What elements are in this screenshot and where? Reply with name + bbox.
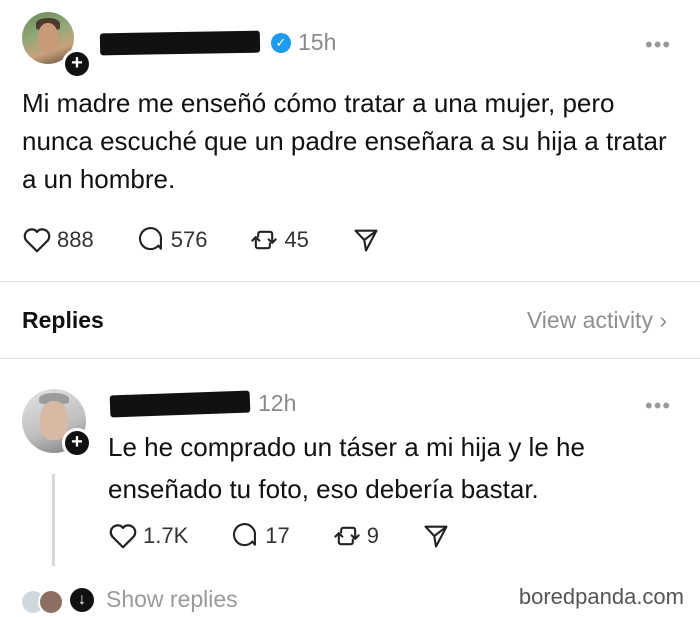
- post-timestamp: 15h: [298, 29, 337, 55]
- mini-avatar: [38, 589, 64, 615]
- post-text: Mi madre me enseñó cómo tratar a una muj…: [22, 88, 667, 194]
- repost-button[interactable]: 9: [332, 522, 379, 550]
- replies-label: Replies: [22, 307, 104, 333]
- like-count: 888: [57, 227, 94, 252]
- original-post: + ✓ 15h ••• Mi madre me enseñó cómo trat…: [0, 0, 700, 281]
- follow-plus-icon[interactable]: +: [62, 49, 92, 79]
- like-button[interactable]: 1.7K: [108, 522, 188, 550]
- redacted-username: [99, 30, 261, 56]
- comment-count: 17: [265, 523, 290, 548]
- reply-actions: 1.7K 17 9: [108, 522, 493, 550]
- like-button[interactable]: 888: [22, 226, 94, 254]
- repost-icon: [334, 526, 360, 546]
- more-options-icon[interactable]: •••: [645, 393, 671, 419]
- repost-count: 45: [284, 227, 309, 252]
- divider: [0, 281, 700, 282]
- reply-text: Le he comprado un táser a mi hija y le h…: [108, 432, 585, 504]
- watermark: boredpanda.com: [518, 584, 684, 609]
- send-paper-plane-icon: [354, 229, 378, 252]
- repost-count: 9: [366, 523, 379, 548]
- like-count: 1.7K: [143, 523, 189, 548]
- more-options-icon[interactable]: •••: [645, 32, 671, 58]
- repost-icon: [251, 230, 278, 250]
- send-paper-plane-icon: [424, 525, 448, 548]
- redacted-username: [109, 390, 251, 418]
- comment-button[interactable]: 17: [230, 522, 290, 550]
- share-button[interactable]: [351, 226, 381, 254]
- comment-bubble-icon: [138, 227, 162, 251]
- post-actions: 888 576 45: [22, 226, 423, 254]
- arrow-down-icon[interactable]: ↓: [70, 588, 94, 612]
- divider: [0, 358, 700, 359]
- comment-count: 576: [170, 227, 208, 252]
- verified-badge-icon: ✓: [271, 33, 291, 53]
- show-replies-link[interactable]: Show replies: [106, 586, 238, 613]
- comment-bubble-icon: [233, 523, 257, 547]
- view-activity-link[interactable]: View activity ›: [527, 307, 667, 334]
- comment-button[interactable]: 576: [136, 226, 208, 254]
- reply-timestamp: 12h: [258, 390, 297, 416]
- heart-icon: [23, 228, 51, 253]
- share-button[interactable]: [421, 522, 451, 550]
- repost-button[interactable]: 45: [249, 226, 309, 254]
- follow-plus-icon[interactable]: +: [62, 428, 92, 458]
- heart-icon: [109, 524, 137, 549]
- thread-line: [52, 474, 55, 566]
